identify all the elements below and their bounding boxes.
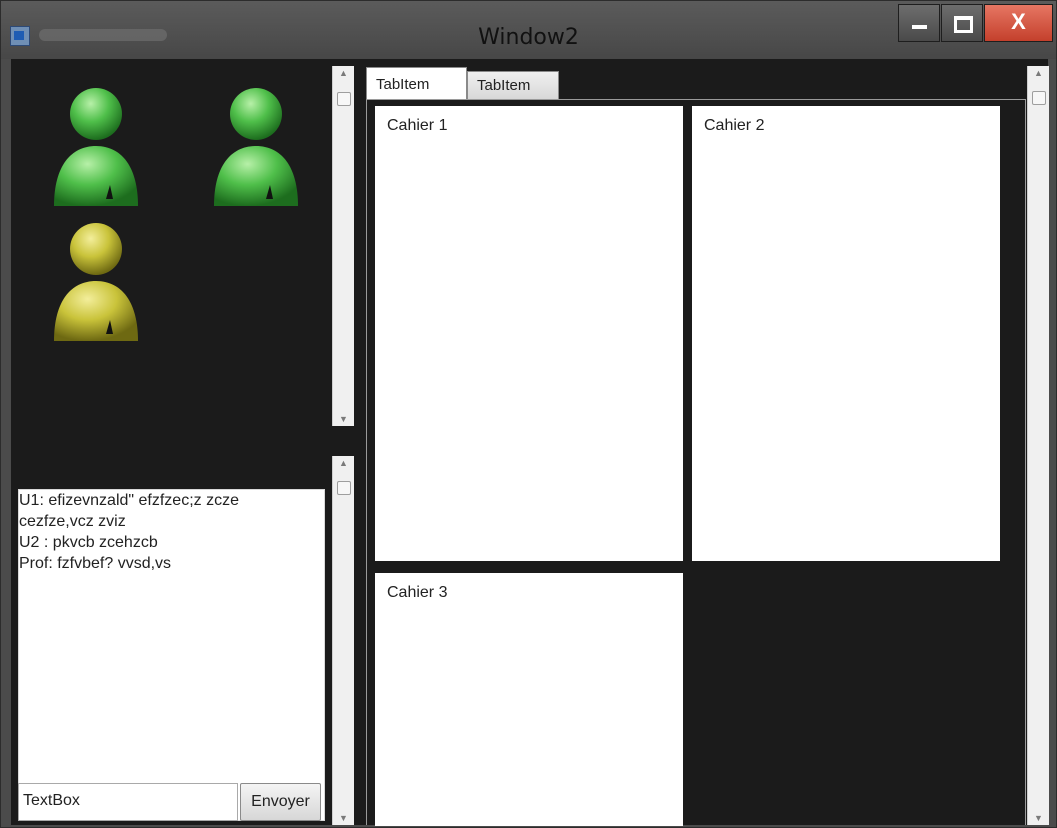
user-green-icon: [214, 88, 298, 206]
user-yellow-icon[interactable]: [46, 216, 146, 348]
users-scrollbar[interactable]: ▲ ▼: [332, 66, 354, 426]
user-yellow-icon: [54, 223, 138, 341]
maximize-icon: [954, 16, 973, 33]
user-green-icon: [54, 88, 138, 206]
title-bar[interactable]: Window2 X: [1, 1, 1056, 59]
main-scrollbar[interactable]: ▲ ▼: [1027, 66, 1049, 825]
tab-item-2[interactable]: TabItem: [467, 71, 559, 99]
notebook-card-3[interactable]: Cahier 3: [375, 573, 683, 826]
scroll-up-arrow-icon[interactable]: ▲: [333, 458, 354, 468]
minimize-button[interactable]: [898, 4, 940, 42]
scroll-thumb[interactable]: [1032, 91, 1046, 105]
chat-message: U2 : pkvcb zcehzcb: [19, 534, 158, 551]
scroll-up-arrow-icon[interactable]: ▲: [1028, 68, 1049, 78]
tab-item-1[interactable]: TabItem: [366, 67, 467, 99]
scroll-down-arrow-icon[interactable]: ▼: [333, 414, 354, 424]
chat-history[interactable]: U1: efizevnzald" efzfzec;z zcze cezfze,v…: [18, 489, 325, 821]
notebook-card-2[interactable]: Cahier 2: [692, 106, 1000, 561]
scroll-thumb[interactable]: [337, 481, 351, 495]
users-panel: [18, 66, 332, 484]
notebook-title: Cahier 3: [387, 584, 448, 601]
chat-message: U1: efizevnzald" efzfzec;z zcze: [19, 492, 239, 509]
scroll-up-arrow-icon[interactable]: ▲: [333, 68, 354, 78]
chat-scrollbar[interactable]: ▲ ▼: [332, 456, 354, 825]
close-button[interactable]: X: [984, 4, 1053, 42]
chat-message: cezfze,vcz zviz: [19, 513, 126, 530]
message-input-row: TextBox Envoyer: [18, 783, 321, 821]
close-icon: X: [1011, 9, 1026, 34]
chat-message: Prof: fzfvbef? vvsd,vs: [19, 555, 172, 572]
window-content: ▲ ▼ U1: efizevnzald" efzfzec;z zcze cezf…: [11, 59, 1049, 826]
minimize-icon: [912, 25, 927, 29]
tab-content: Cahier 1 Cahier 2 Cahier 3: [366, 99, 1026, 826]
send-button[interactable]: Envoyer: [240, 783, 321, 821]
app-window: Window2 X ▲ ▼ U1: efizevnzald" efzfzec;z…: [0, 0, 1057, 828]
user-green-icon[interactable]: [206, 81, 306, 213]
notebook-title: Cahier 1: [387, 117, 448, 134]
scroll-down-arrow-icon[interactable]: ▼: [1028, 813, 1049, 823]
notebook-title: Cahier 2: [704, 117, 765, 134]
maximize-button[interactable]: [941, 4, 983, 42]
scroll-thumb[interactable]: [337, 92, 351, 106]
message-input[interactable]: TextBox: [18, 783, 238, 821]
user-green-icon[interactable]: [46, 81, 146, 213]
notebook-card-1[interactable]: Cahier 1: [375, 106, 683, 561]
scroll-down-arrow-icon[interactable]: ▼: [333, 813, 354, 823]
